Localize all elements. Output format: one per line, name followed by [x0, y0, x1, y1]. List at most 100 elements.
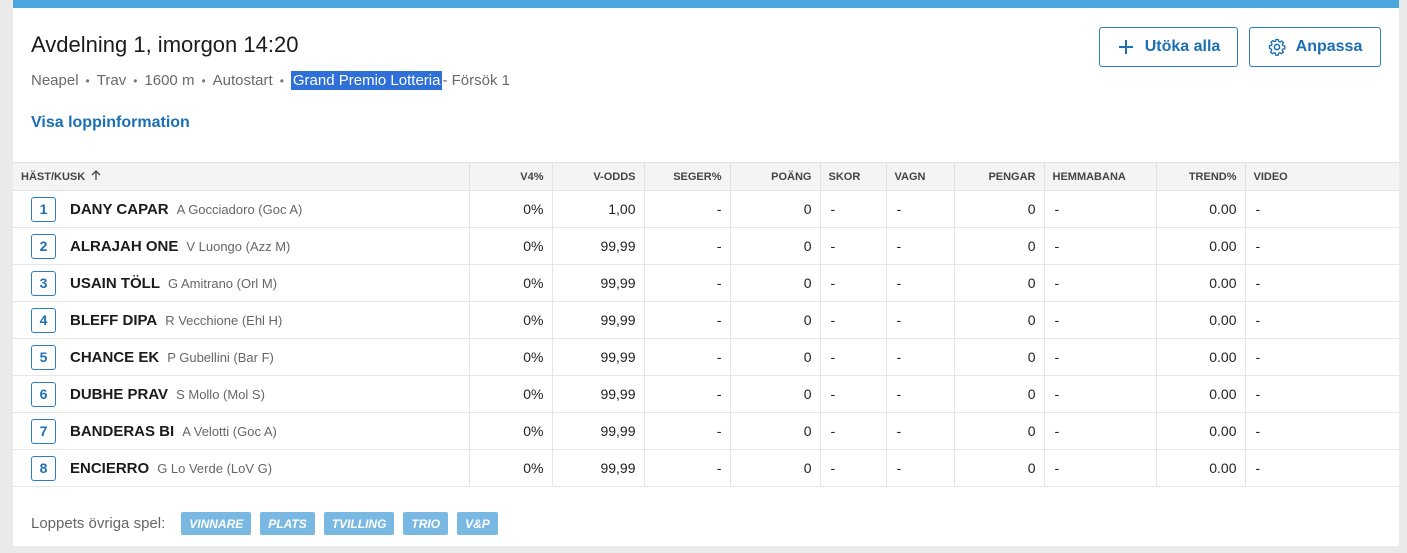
meta-heat: - Försök 1 [442, 72, 510, 89]
video-cell: - [1245, 338, 1399, 376]
expand-all-label: Utöka alla [1144, 38, 1221, 55]
horse-cell: 7 BANDERAS BI A Velotti (Goc A) [13, 412, 470, 450]
table-header-row: HÄST/KUSK V4% V-ODDS SEGER% POÄNG SKOR V… [13, 162, 1399, 191]
money-cell: 0 [954, 190, 1045, 228]
horse-cell: 8 ENCIERRO G Lo Verde (LoV G) [13, 449, 470, 487]
video-cell: - [1245, 412, 1399, 450]
points-cell: 0 [730, 264, 821, 302]
win-cell: - [644, 264, 731, 302]
game-badge[interactable]: PLATS [260, 512, 315, 535]
points-cell: 0 [730, 375, 821, 413]
points-cell: 0 [730, 338, 821, 376]
column-header-points[interactable]: POÄNG [730, 162, 821, 191]
vodds-cell: 99,99 [552, 375, 645, 413]
cart-cell: - [886, 375, 955, 413]
plus-icon [1117, 38, 1135, 56]
v4-cell: 0% [469, 338, 553, 376]
table-row[interactable]: 2 ALRAJAH ONE V Luongo (Azz M) 0% 99,99-0- -0… [13, 227, 1399, 265]
money-cell: 0 [954, 449, 1045, 487]
table-row[interactable]: 6 DUBHE PRAV S Mollo (Mol S) 0% 99,99-0- -0-0… [13, 375, 1399, 413]
cart-cell: - [886, 301, 955, 339]
video-cell: - [1245, 375, 1399, 413]
video-cell: - [1245, 227, 1399, 265]
gear-icon [1268, 38, 1286, 56]
start-number[interactable]: 3 [31, 270, 56, 296]
game-badge[interactable]: V&P [457, 512, 498, 535]
points-cell: 0 [730, 190, 821, 228]
home-cell: - [1044, 338, 1157, 376]
horse-name[interactable]: ALRAJAH ONE [70, 238, 178, 255]
meta-distance: 1600 m [144, 72, 195, 89]
trend-cell: 0.00 [1156, 375, 1246, 413]
video-cell: - [1245, 301, 1399, 339]
win-cell: - [644, 338, 731, 376]
driver-name: P Gubellini (Bar F) [167, 349, 274, 365]
vodds-cell: 99,99 [552, 338, 645, 376]
start-number[interactable]: 4 [31, 307, 56, 333]
column-header-cart[interactable]: VAGN [886, 162, 955, 191]
horse-name[interactable]: BLEFF DIPA [70, 312, 157, 329]
cart-cell: - [886, 338, 955, 376]
points-cell: 0 [730, 301, 821, 339]
customize-button[interactable]: Anpassa [1249, 27, 1381, 67]
start-number[interactable]: 5 [31, 344, 56, 370]
horse-cell: 4 BLEFF DIPA R Vecchione (Ehl H) [13, 301, 470, 339]
column-header-horse[interactable]: HÄST/KUSK [13, 162, 470, 191]
horse-name[interactable]: CHANCE EK [70, 349, 159, 366]
start-number[interactable]: 7 [31, 418, 56, 444]
meta-start: Autostart [212, 72, 273, 89]
game-badge[interactable]: TVILLING [323, 512, 395, 535]
points-cell: 0 [730, 412, 821, 450]
vodds-cell: 99,99 [552, 264, 645, 302]
trend-cell: 0.00 [1156, 338, 1246, 376]
column-header-shoes[interactable]: SKOR [820, 162, 887, 191]
column-header-money[interactable]: PENGAR [954, 162, 1045, 191]
win-cell: - [644, 190, 731, 228]
home-cell: - [1044, 264, 1157, 302]
game-badge[interactable]: VINNARE [181, 512, 252, 535]
cart-cell: - [886, 190, 955, 228]
column-header-vodds[interactable]: V-ODDS [552, 162, 645, 191]
separator-dot: • [279, 74, 284, 88]
money-cell: 0 [954, 375, 1045, 413]
vodds-cell: 99,99 [552, 301, 645, 339]
shoes-cell: - [820, 264, 887, 302]
money-cell: 0 [954, 264, 1045, 302]
driver-name: A Velotti (Goc A) [182, 423, 277, 439]
horse-cell: 3 USAIN TÖLL G Amitrano (Orl M) [13, 264, 470, 302]
home-cell: - [1044, 190, 1157, 228]
game-badge[interactable]: TRIO [403, 512, 449, 535]
table-row[interactable]: 8 ENCIERRO G Lo Verde (LoV G) 0% 99,99-0- -0-… [13, 449, 1399, 487]
money-cell: 0 [954, 338, 1045, 376]
column-header-trend[interactable]: TREND% [1156, 162, 1246, 191]
horse-name[interactable]: DANY CAPAR [70, 201, 169, 218]
win-cell: - [644, 301, 731, 339]
race-meta: Neapel • Trav • 1600 m • Autostart • Grand Premi… [31, 71, 510, 90]
v4-cell: 0% [469, 412, 553, 450]
cart-cell: - [886, 449, 955, 487]
points-cell: 0 [730, 449, 821, 487]
sort-arrow-up-icon[interactable] [91, 169, 101, 184]
column-header-home[interactable]: HEMMABANA [1044, 162, 1157, 191]
game-badges: VINNARE PLATS TVILLING TRIO V&P [181, 512, 507, 535]
column-header-v4[interactable]: V4% [469, 162, 553, 191]
start-number[interactable]: 8 [31, 455, 56, 481]
table-row[interactable]: 3 USAIN TÖLL G Amitrano (Orl M) 0% 99,99-0- -… [13, 264, 1399, 302]
cart-cell: - [886, 412, 955, 450]
table-row[interactable]: 1 DANY CAPAR A Gocciadoro (Goc A) 0% 1,00-0-… [13, 190, 1399, 228]
horse-name[interactable]: DUBHE PRAV [70, 386, 168, 403]
horse-name[interactable]: USAIN TÖLL [70, 275, 160, 292]
start-number[interactable]: 1 [31, 196, 56, 222]
race-info-link[interactable]: Visa loppinformation [31, 114, 190, 132]
column-header-win[interactable]: SEGER% [644, 162, 731, 191]
table-row[interactable]: 4 BLEFF DIPA R Vecchione (Ehl H) 0% 99,99-0-… [13, 301, 1399, 339]
table-row[interactable]: 5 CHANCE EK P Gubellini (Bar F) 0% 99,99-0- -… [13, 338, 1399, 376]
horse-name[interactable]: BANDERAS BI [70, 423, 174, 440]
start-number[interactable]: 2 [31, 233, 56, 259]
column-header-video[interactable]: VIDEO [1245, 162, 1399, 191]
expand-all-button[interactable]: Utöka alla [1099, 27, 1238, 67]
start-number[interactable]: 6 [31, 381, 56, 407]
table-row[interactable]: 7 BANDERAS BI A Velotti (Goc A) 0% 99,99-0- -… [13, 412, 1399, 450]
vodds-cell: 99,99 [552, 412, 645, 450]
horse-name[interactable]: ENCIERRO [70, 460, 149, 477]
